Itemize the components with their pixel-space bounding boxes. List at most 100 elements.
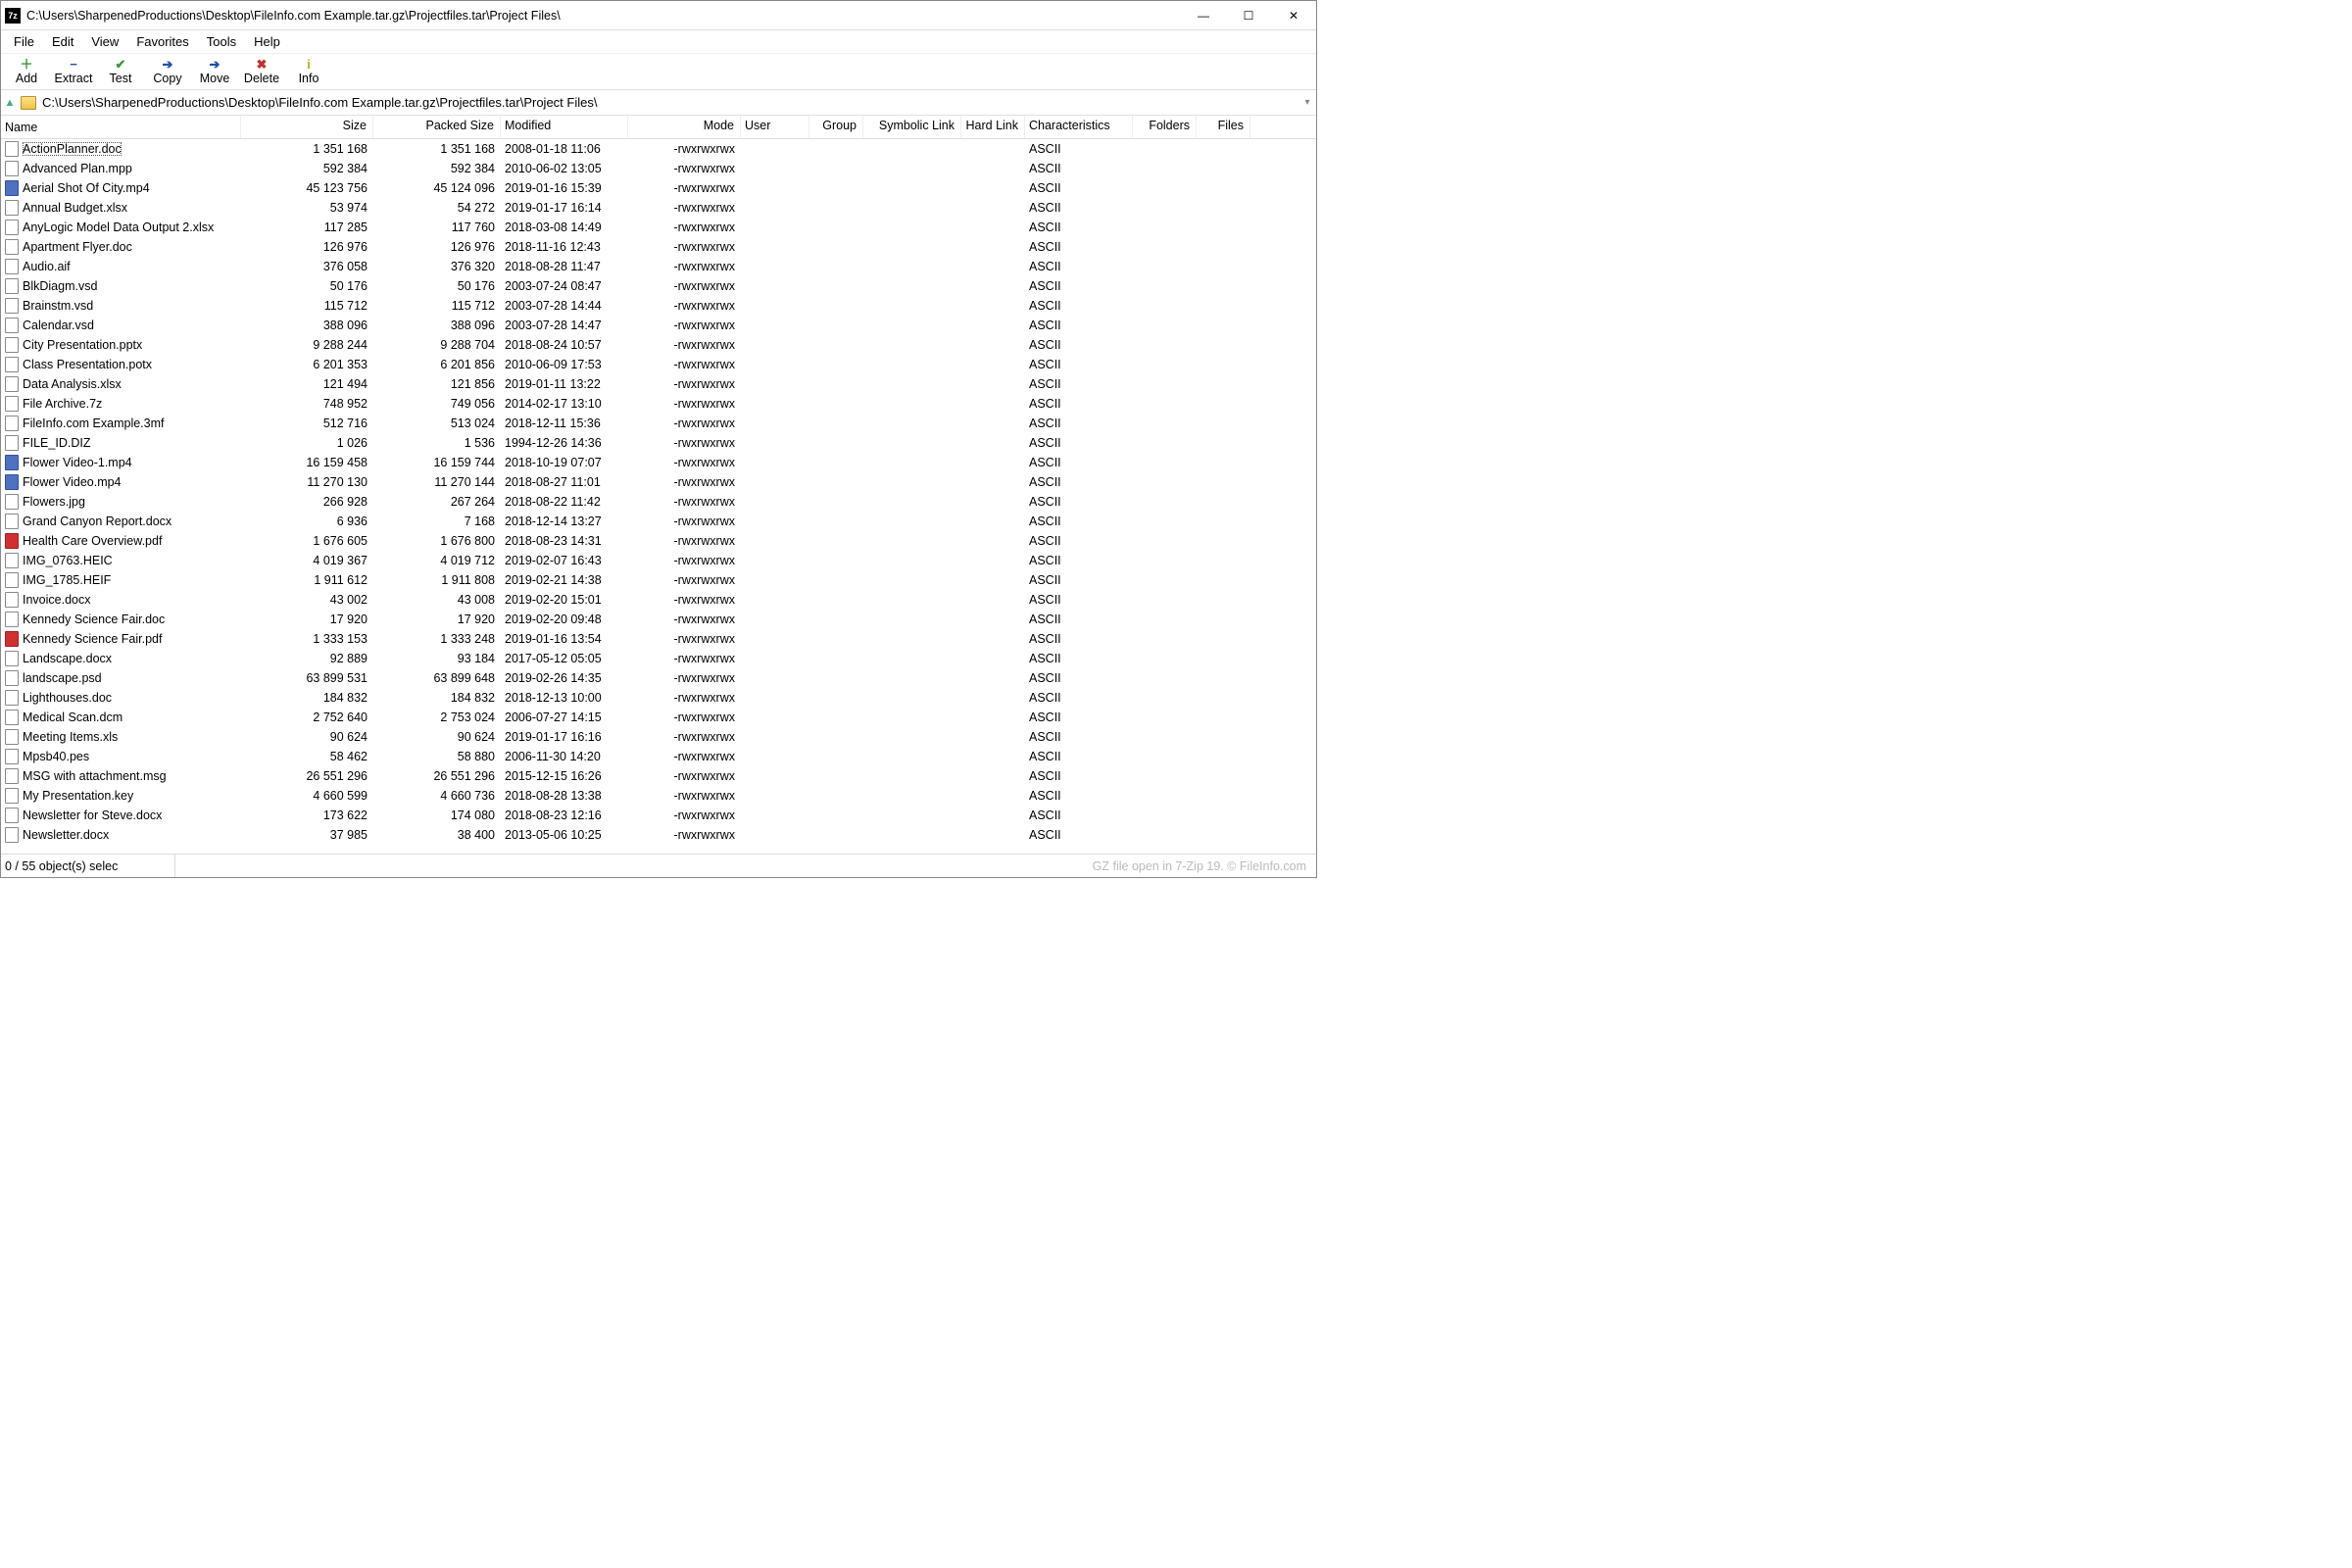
cell-hardlink	[961, 599, 1025, 601]
table-row[interactable]: FILE_ID.DIZ1 0261 5361994-12-26 14:36-rw…	[1, 433, 1316, 453]
cell-packed-size: 93 184	[373, 651, 501, 666]
cell-user	[741, 560, 809, 562]
maximize-button[interactable]: ☐	[1226, 1, 1271, 30]
table-row[interactable]: IMG_0763.HEIC4 019 3674 019 7122019-02-0…	[1, 551, 1316, 570]
table-row[interactable]: Kennedy Science Fair.pdf1 333 1531 333 2…	[1, 629, 1316, 649]
table-row[interactable]: AnyLogic Model Data Output 2.xlsx117 285…	[1, 218, 1316, 237]
col-user[interactable]: User	[741, 116, 809, 138]
toolbar-extract-button[interactable]: −Extract	[50, 56, 97, 87]
toolbar-move-button[interactable]: ➔Move	[191, 56, 238, 87]
table-row[interactable]: File Archive.7z748 952749 0562014-02-17 …	[1, 394, 1316, 414]
close-button[interactable]: ✕	[1271, 1, 1316, 30]
toolbar-copy-button[interactable]: ➔Copy	[144, 56, 191, 87]
menu-file[interactable]: File	[5, 32, 43, 51]
toolbar-add-button[interactable]: ＋Add	[3, 56, 50, 87]
cell-modified: 2003-07-28 14:44	[501, 298, 628, 314]
table-row[interactable]: Grand Canyon Report.docx6 9367 1682018-1…	[1, 512, 1316, 531]
cell-modified: 2003-07-28 14:47	[501, 318, 628, 333]
menu-favorites[interactable]: Favorites	[127, 32, 197, 51]
cell-files	[1197, 168, 1250, 170]
col-name[interactable]: Name	[1, 116, 241, 138]
file-icon	[5, 376, 19, 392]
cell-mode: -rwxrwxrwx	[628, 651, 741, 666]
cell-folders	[1133, 305, 1197, 307]
menu-view[interactable]: View	[82, 32, 127, 51]
table-row[interactable]: Flower Video-1.mp416 159 45816 159 74420…	[1, 453, 1316, 472]
cell-characteristics: ASCII	[1025, 180, 1133, 196]
col-group[interactable]: Group	[809, 116, 863, 138]
table-row[interactable]: Calendar.vsd388 096388 0962003-07-28 14:…	[1, 316, 1316, 335]
toolbar-label: Copy	[153, 72, 181, 85]
menu-help[interactable]: Help	[245, 32, 289, 51]
path-input[interactable]	[40, 94, 1298, 111]
col-files[interactable]: Files	[1197, 116, 1250, 138]
cell-hardlink	[961, 324, 1025, 326]
menu-edit[interactable]: Edit	[43, 32, 82, 51]
file-list[interactable]: ActionPlanner.doc1 351 1681 351 1682008-…	[1, 139, 1316, 854]
table-row[interactable]: Audio.aif376 058376 3202018-08-28 11:47-…	[1, 257, 1316, 276]
table-row[interactable]: FileInfo.com Example.3mf512 716513 02420…	[1, 414, 1316, 433]
table-row[interactable]: Apartment Flyer.doc126 976126 9762018-11…	[1, 237, 1316, 257]
table-row[interactable]: Newsletter for Steve.docx173 622174 0802…	[1, 806, 1316, 825]
table-row[interactable]: Class Presentation.potx6 201 3536 201 85…	[1, 355, 1316, 374]
table-row[interactable]: City Presentation.pptx9 288 2449 288 704…	[1, 335, 1316, 355]
minimize-button[interactable]: —	[1181, 1, 1226, 30]
cell-group	[809, 775, 863, 777]
dropdown-icon[interactable]: ▾	[1298, 97, 1316, 108]
col-modified[interactable]: Modified	[501, 116, 628, 138]
table-row[interactable]: Lighthouses.doc184 832184 8322018-12-13 …	[1, 688, 1316, 708]
table-row[interactable]: Kennedy Science Fair.doc17 92017 9202019…	[1, 610, 1316, 629]
cell-user	[741, 226, 809, 228]
table-row[interactable]: Invoice.docx43 00243 0082019-02-20 15:01…	[1, 590, 1316, 610]
table-row[interactable]: Flowers.jpg266 928267 2642018-08-22 11:4…	[1, 492, 1316, 512]
table-row[interactable]: Data Analysis.xlsx121 494121 8562019-01-…	[1, 374, 1316, 394]
up-icon[interactable]: ▲	[3, 97, 17, 109]
table-row[interactable]: MSG with attachment.msg26 551 29626 551 …	[1, 766, 1316, 786]
toolbar-delete-button[interactable]: ✖Delete	[238, 56, 285, 87]
col-folders[interactable]: Folders	[1133, 116, 1197, 138]
cell-symlink	[863, 422, 961, 424]
cell-modified: 2014-02-17 13:10	[501, 396, 628, 412]
col-characteristics[interactable]: Characteristics	[1025, 116, 1133, 138]
column-headers: Name Size Packed Size Modified Mode User…	[1, 116, 1316, 139]
table-row[interactable]: Advanced Plan.mpp592 384592 3842010-06-0…	[1, 159, 1316, 178]
col-hard-link[interactable]: Hard Link	[961, 116, 1025, 138]
table-row[interactable]: Brainstm.vsd115 712115 7122003-07-28 14:…	[1, 296, 1316, 316]
col-mode[interactable]: Mode	[628, 116, 741, 138]
cell-packed-size: 63 899 648	[373, 670, 501, 686]
table-row[interactable]: Meeting Items.xls90 62490 6242019-01-17 …	[1, 727, 1316, 747]
cell-files	[1197, 658, 1250, 660]
cell-packed-size: 9 288 704	[373, 337, 501, 353]
table-row[interactable]: Aerial Shot Of City.mp445 123 75645 124 …	[1, 178, 1316, 198]
col-packed-size[interactable]: Packed Size	[373, 116, 501, 138]
table-row[interactable]: BlkDiagm.vsd50 17650 1762003-07-24 08:47…	[1, 276, 1316, 296]
table-row[interactable]: Medical Scan.dcm2 752 6402 753 0242006-0…	[1, 708, 1316, 727]
table-row[interactable]: landscape.psd63 899 53163 899 6482019-02…	[1, 668, 1316, 688]
cell-folders	[1133, 540, 1197, 542]
table-row[interactable]: Health Care Overview.pdf1 676 6051 676 8…	[1, 531, 1316, 551]
cell-size: 184 832	[241, 690, 373, 706]
table-row[interactable]: ActionPlanner.doc1 351 1681 351 1682008-…	[1, 139, 1316, 159]
file-icon	[5, 337, 19, 353]
table-row[interactable]: Mpsb40.pes58 46258 8802006-11-30 14:20-r…	[1, 747, 1316, 766]
toolbar-info-button[interactable]: iInfo	[285, 56, 332, 87]
cell-hardlink	[961, 305, 1025, 307]
menu-tools[interactable]: Tools	[198, 32, 245, 51]
table-row[interactable]: Annual Budget.xlsx53 97454 2722019-01-17…	[1, 198, 1316, 218]
file-name: Newsletter.docx	[23, 828, 109, 842]
table-row[interactable]: IMG_1785.HEIF1 911 6121 911 8082019-02-2…	[1, 570, 1316, 590]
table-row[interactable]: Landscape.docx92 88993 1842017-05-12 05:…	[1, 649, 1316, 668]
cell-folders	[1133, 344, 1197, 346]
cell-packed-size: 17 920	[373, 612, 501, 627]
table-row[interactable]: My Presentation.key4 660 5994 660 736201…	[1, 786, 1316, 806]
col-symbolic-link[interactable]: Symbolic Link	[863, 116, 961, 138]
table-row[interactable]: Newsletter.docx37 98538 4002013-05-06 10…	[1, 825, 1316, 845]
cell-size: 388 096	[241, 318, 373, 333]
cell-user	[741, 736, 809, 738]
cell-size: 43 002	[241, 592, 373, 608]
cell-user	[741, 422, 809, 424]
toolbar-test-button[interactable]: ✔Test	[97, 56, 144, 87]
col-size[interactable]: Size	[241, 116, 373, 138]
cell-group	[809, 187, 863, 189]
table-row[interactable]: Flower Video.mp411 270 13011 270 1442018…	[1, 472, 1316, 492]
